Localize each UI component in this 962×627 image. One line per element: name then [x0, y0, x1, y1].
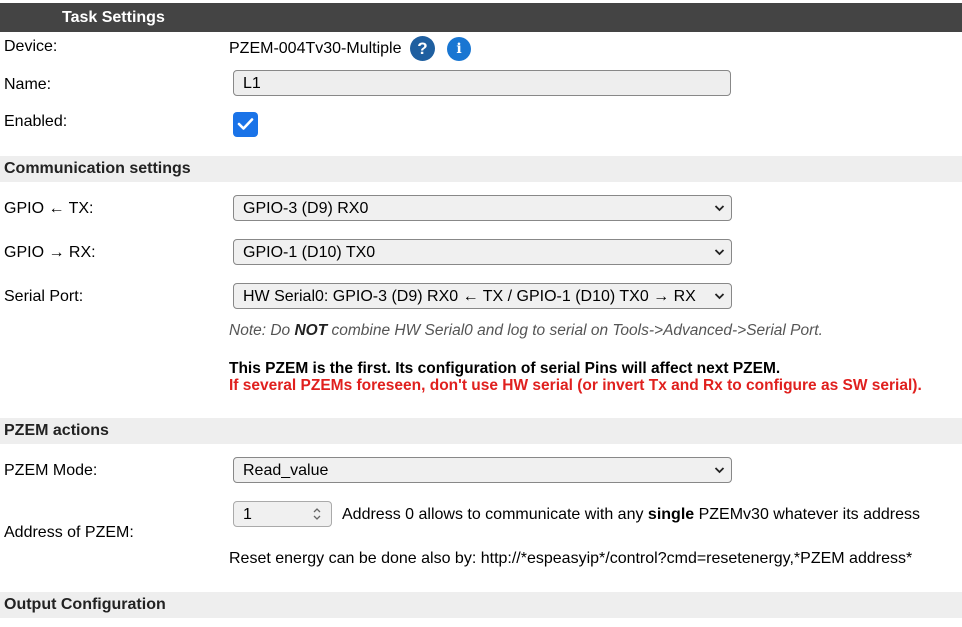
gpio-tx-value: GPIO-3 (D9) RX0 — [243, 200, 369, 217]
info-icon[interactable]: i — [447, 37, 471, 61]
task-settings-header: Task Settings — [0, 3, 962, 32]
pzem-actions-section: PZEM actions — [0, 418, 962, 444]
pzem-mode-select[interactable]: Read_value — [233, 457, 732, 483]
serial-port-label: Serial Port: — [4, 288, 84, 305]
several-pzem-warning: If several PZEMs foreseen, don't use HW … — [229, 377, 922, 394]
chevron-down-icon — [714, 293, 725, 300]
pzem-mode-value: Read_value — [243, 462, 329, 479]
pzem-mode-label: PZEM Mode: — [4, 462, 98, 479]
enabled-checkbox[interactable] — [233, 112, 258, 137]
serial-note: Note: Do NOT combine HW Serial0 and log … — [229, 322, 823, 339]
gpio-rx-value: GPIO-1 (D10) TX0 — [243, 244, 376, 261]
question-icon[interactable]: ? — [410, 36, 435, 61]
chevron-down-icon — [714, 205, 725, 212]
communication-title: Communication settings — [4, 160, 191, 177]
address-label: Address of PZEM: — [4, 524, 134, 541]
gpio-rx-select[interactable]: GPIO-1 (D10) TX0 — [233, 239, 732, 265]
check-icon — [237, 118, 254, 130]
chevron-down-icon — [714, 249, 725, 256]
first-pzem-warning: This PZEM is the first. Its configuratio… — [229, 360, 781, 377]
enabled-label: Enabled: — [4, 113, 68, 130]
serial-port-select[interactable]: HW Serial0: GPIO-3 (D9) RX0 ← TX / GPIO-… — [233, 283, 732, 309]
device-value: PZEM-004Tv30-Multiple — [229, 40, 402, 57]
name-label: Name: — [4, 76, 52, 93]
gpio-rx-label: GPIO → RX: — [4, 244, 96, 261]
chevron-down-icon — [714, 467, 725, 474]
output-config-section: Output Configuration — [0, 592, 962, 618]
stepper-icon[interactable] — [312, 505, 322, 523]
communication-section: Communication settings — [0, 156, 962, 182]
gpio-tx-select[interactable]: GPIO-3 (D9) RX0 — [233, 195, 732, 221]
gpio-tx-label: GPIO ← TX: — [4, 200, 94, 217]
name-input[interactable]: L1 — [233, 70, 731, 96]
pzem-actions-title: PZEM actions — [4, 422, 109, 439]
serial-port-value: HW Serial0: GPIO-3 (D9) RX0 ← TX / GPIO-… — [243, 288, 696, 305]
address-input[interactable]: 1 — [233, 501, 332, 527]
address-value: 1 — [243, 506, 252, 523]
address-hint: Address 0 allows to communicate with any… — [342, 506, 921, 523]
output-config-title: Output Configuration — [4, 596, 166, 613]
device-label: Device: — [4, 38, 58, 55]
reset-energy-text: Reset energy can be done also by: http:/… — [229, 550, 913, 567]
task-settings-title: Task Settings — [62, 9, 165, 26]
